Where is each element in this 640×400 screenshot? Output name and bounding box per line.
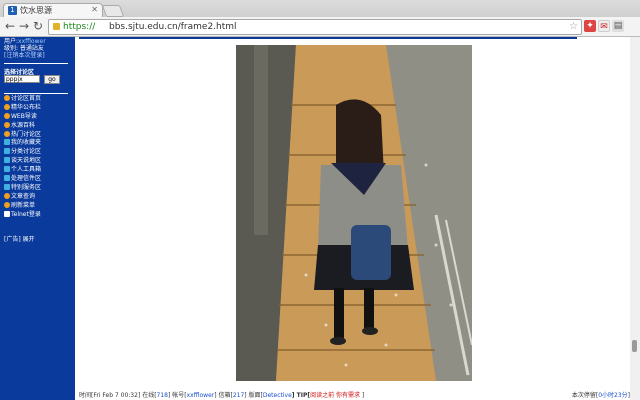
folder-icon	[4, 148, 10, 155]
status-bar: 时间[Fri Feb 7 00:32] 在线[718] 帐号[xxfflower…	[79, 392, 630, 400]
sidebar-menu-label: 水源百科	[11, 121, 36, 129]
user-info: 用户:xxfflower 级别: 普通站友 [注销本次登录]	[4, 38, 46, 59]
user-label: 用户:	[4, 38, 19, 45]
terminal-icon	[4, 210, 10, 217]
sidebar-menu-label: 我的收藏夹	[11, 139, 42, 147]
sun-icon	[4, 192, 10, 199]
sidebar-menu-label: 分类讨论区	[11, 148, 42, 156]
sidebar-menu-item[interactable]: 精华公布栏	[4, 103, 42, 113]
url-path: bbs.sjtu.edu.cn/frame2.html	[109, 22, 237, 32]
stay-time: 本次停留[0小时23分]	[572, 392, 630, 400]
sidebar-menu-label: 谈天说地区	[11, 157, 42, 165]
sun-icon	[4, 95, 10, 101]
account-link[interactable]: xxfflower	[187, 392, 215, 399]
user-name-link[interactable]: xxfflower	[18, 38, 46, 45]
sidebar-menu-label: 特别服务区	[11, 183, 42, 191]
user-level: 级别: 普通站友	[4, 45, 44, 52]
sidebar-menu-item[interactable]: WEB导读	[4, 112, 41, 122]
sidebar-menu-item[interactable]: 特别服务区	[4, 183, 42, 193]
tab-title: 饮水思源	[20, 6, 52, 15]
sidebar: 用户:xxfflower 级别: 普通站友 [注销本次登录] 选择讨论区 ppp…	[0, 37, 75, 400]
online-count-link[interactable]: 718	[157, 392, 168, 399]
tip-link[interactable]: 阅读之前 你有需求	[310, 392, 360, 399]
sun-icon	[4, 130, 10, 137]
sidebar-menu-label: 热门讨论区	[11, 130, 42, 138]
sidebar-menu-label: 讨论区首页	[11, 95, 42, 102]
address-bar[interactable]: https:// bbs.sjtu.edu.cn/frame2.html ☆	[48, 19, 582, 35]
folder-icon	[4, 157, 10, 164]
sidebar-menu-item[interactable]: 讨论区首页	[4, 95, 41, 104]
sidebar-menu-item[interactable]: 我的收藏夹	[4, 139, 41, 148]
stay-close-bracket: ]	[627, 392, 630, 399]
board-link[interactable]: Detective	[263, 392, 292, 399]
ad-row: [广告] 展开	[4, 234, 35, 243]
forward-arrow-icon[interactable]: →	[17, 19, 31, 33]
divider	[4, 93, 68, 94]
sidebar-menu-label: 处理信件区	[11, 175, 42, 183]
post-photo	[236, 45, 472, 381]
sidebar-menu-label: 个人工具箱	[11, 166, 42, 174]
sun-icon	[4, 121, 10, 128]
sidebar-menu-label: 文章查询	[11, 192, 36, 200]
sidebar-menu-item[interactable]: 文章查询	[4, 192, 41, 202]
stay-value: 0小时23分	[598, 392, 628, 399]
account-label: ] 帐号[	[168, 392, 187, 399]
board-input[interactable]: pppjx	[4, 75, 40, 83]
sun-icon	[4, 201, 10, 208]
folder-icon	[4, 175, 10, 182]
sidebar-menu-item[interactable]: 刷新菜单	[4, 201, 41, 211]
sidebar-menu-item[interactable]: 水源百科	[4, 121, 41, 131]
close-tab-icon[interactable]: ✕	[91, 5, 98, 14]
tab-strip: 1 饮水思源 ✕	[0, 0, 640, 18]
sidebar-menu-item[interactable]: Telnet登录	[4, 210, 41, 220]
logout-link[interactable]: [注销本次登录]	[4, 52, 46, 59]
site-favicon-icon: 1	[8, 6, 17, 15]
browser-toolbar: ← → ↻ https:// bbs.sjtu.edu.cn/frame2.ht…	[0, 17, 640, 37]
sidebar-menu-label: WEB导读	[11, 112, 37, 120]
sun-icon	[4, 103, 10, 110]
lock-icon	[53, 23, 60, 30]
sidebar-menu-item[interactable]: 处理信件区	[4, 175, 41, 184]
url-scheme: https://	[63, 22, 96, 32]
browser-tab[interactable]: 1 饮水思源 ✕	[3, 3, 103, 18]
board-label: ] 版面[	[244, 392, 263, 399]
sidebar-menu-item[interactable]: 谈天说地区	[4, 157, 41, 166]
mail-count-link[interactable]: 217	[233, 392, 244, 399]
time-label: 时间[	[79, 392, 94, 399]
tip-label: ] TIP[	[291, 392, 311, 399]
mail-label: ] 信箱[	[214, 392, 233, 399]
back-arrow-icon[interactable]: ←	[3, 19, 17, 33]
go-button[interactable]: go	[44, 75, 60, 84]
online-label: ] 在线[	[137, 392, 157, 399]
gmail-icon[interactable]: ✉	[598, 20, 610, 32]
tip-close-bracket: ]	[360, 392, 365, 399]
ad-expand-link[interactable]: 展开	[23, 236, 35, 243]
folder-icon	[4, 183, 10, 190]
sidebar-menu-label: 精华公布栏	[11, 103, 42, 111]
sun-icon	[4, 112, 10, 119]
stay-label: 本次停留[	[571, 392, 599, 399]
reload-icon[interactable]: ↻	[31, 19, 45, 33]
scrollbar-thumb[interactable]	[632, 340, 637, 352]
tools-icon[interactable]: ▤	[612, 20, 624, 32]
header-rule	[79, 37, 577, 39]
sidebar-menu-item[interactable]: 分类讨论区	[4, 148, 41, 157]
folder-icon	[4, 139, 10, 146]
time-value: Fri Feb 7 00:32	[93, 392, 138, 399]
bookmark-star-icon[interactable]: ☆	[569, 20, 578, 34]
sidebar-menu-label: 刷新菜单	[11, 201, 36, 209]
folder-icon	[4, 166, 10, 173]
divider	[4, 63, 68, 64]
photo-illustration	[236, 45, 472, 381]
sidebar-menu-label: Telnet登录	[11, 210, 41, 218]
sidebar-menu: 讨论区首页 精华公布栏 WEB导读 水源百科 热门讨论区 我的收藏夹 分类讨论区 谈天说地区个…	[4, 95, 41, 219]
sidebar-menu-item[interactable]: 个人工具箱	[4, 166, 41, 175]
extension-icon[interactable]: ✦	[584, 20, 596, 32]
new-tab-button[interactable]	[101, 5, 125, 17]
ad-label: [广告]	[4, 236, 21, 243]
